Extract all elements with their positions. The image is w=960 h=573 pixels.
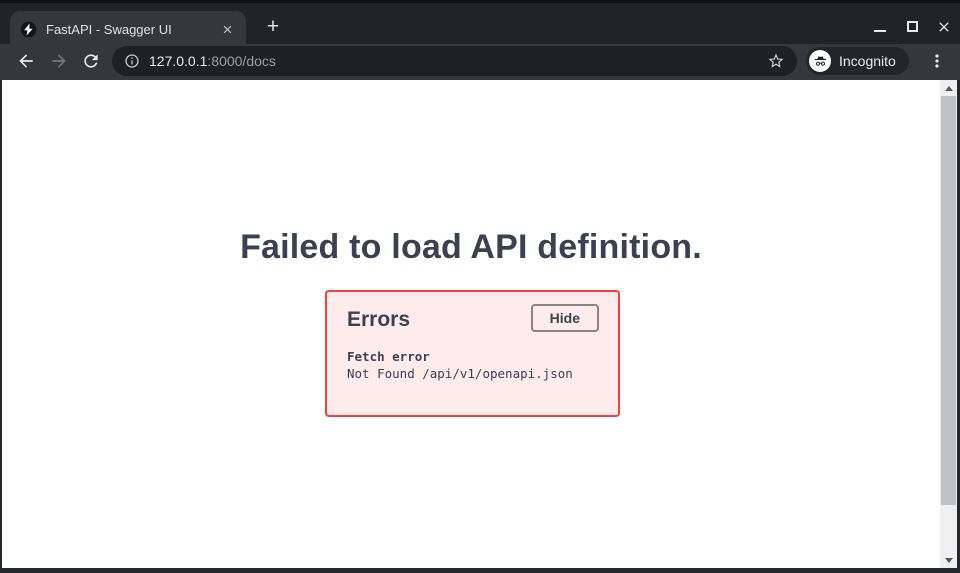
address-bar[interactable]: 127.0.0.1:8000/docs — [112, 46, 797, 76]
maximize-icon — [907, 21, 918, 32]
errors-panel: Errors Hide Fetch error Not Found /api/v… — [325, 290, 620, 417]
tab-title: FastAPI - Swagger UI — [46, 22, 218, 37]
window-controls — [872, 6, 952, 47]
page-title: Failed to load API definition. — [2, 228, 940, 267]
error-item: Fetch error Not Found /api/v1/openapi.js… — [347, 349, 573, 382]
reload-button[interactable] — [81, 51, 101, 71]
back-button[interactable] — [16, 51, 36, 71]
incognito-icon — [809, 50, 831, 72]
scroll-up-icon — [945, 86, 953, 91]
incognito-label: Incognito — [839, 53, 896, 69]
url-host: 127.0.0.1 — [149, 53, 207, 69]
site-info-icon[interactable] — [124, 53, 140, 69]
vertical-scrollbar[interactable] — [940, 80, 957, 568]
scrollbar-thumb[interactable] — [941, 96, 956, 505]
minimize-icon — [874, 30, 886, 32]
hide-errors-button[interactable]: Hide — [531, 304, 599, 332]
browser-window: { "window": { "new_tab_label": "+" }, "t… — [0, 0, 960, 573]
close-window-button[interactable] — [936, 19, 952, 35]
browser-menu-button[interactable] — [927, 51, 947, 71]
url-text: 127.0.0.1:8000/docs — [149, 53, 276, 69]
tab-close-icon[interactable] — [218, 20, 236, 38]
back-arrow-icon — [16, 51, 36, 71]
close-icon — [936, 19, 952, 35]
new-tab-button[interactable]: + — [260, 15, 286, 41]
url-path: :8000/docs — [207, 53, 276, 69]
forward-arrow-icon — [49, 51, 69, 71]
browser-tab[interactable]: FastAPI - Swagger UI — [10, 11, 246, 47]
error-message: Not Found /api/v1/openapi.json — [347, 366, 573, 383]
maximize-button[interactable] — [904, 19, 920, 35]
scroll-up-button[interactable] — [940, 80, 957, 96]
fastapi-favicon-icon — [20, 21, 37, 38]
incognito-badge: Incognito — [806, 47, 909, 75]
error-title: Fetch error — [347, 349, 573, 366]
scroll-down-icon — [945, 558, 953, 563]
minimize-button[interactable] — [872, 19, 888, 35]
tab-bar: FastAPI - Swagger UI + — [0, 0, 960, 44]
bookmark-star-icon[interactable] — [767, 52, 785, 70]
page-content: Failed to load API definition. Errors Hi… — [2, 80, 957, 568]
scroll-down-button[interactable] — [940, 552, 957, 568]
reload-icon — [81, 51, 101, 71]
forward-button[interactable] — [49, 51, 69, 71]
three-dot-menu-icon — [927, 51, 947, 71]
